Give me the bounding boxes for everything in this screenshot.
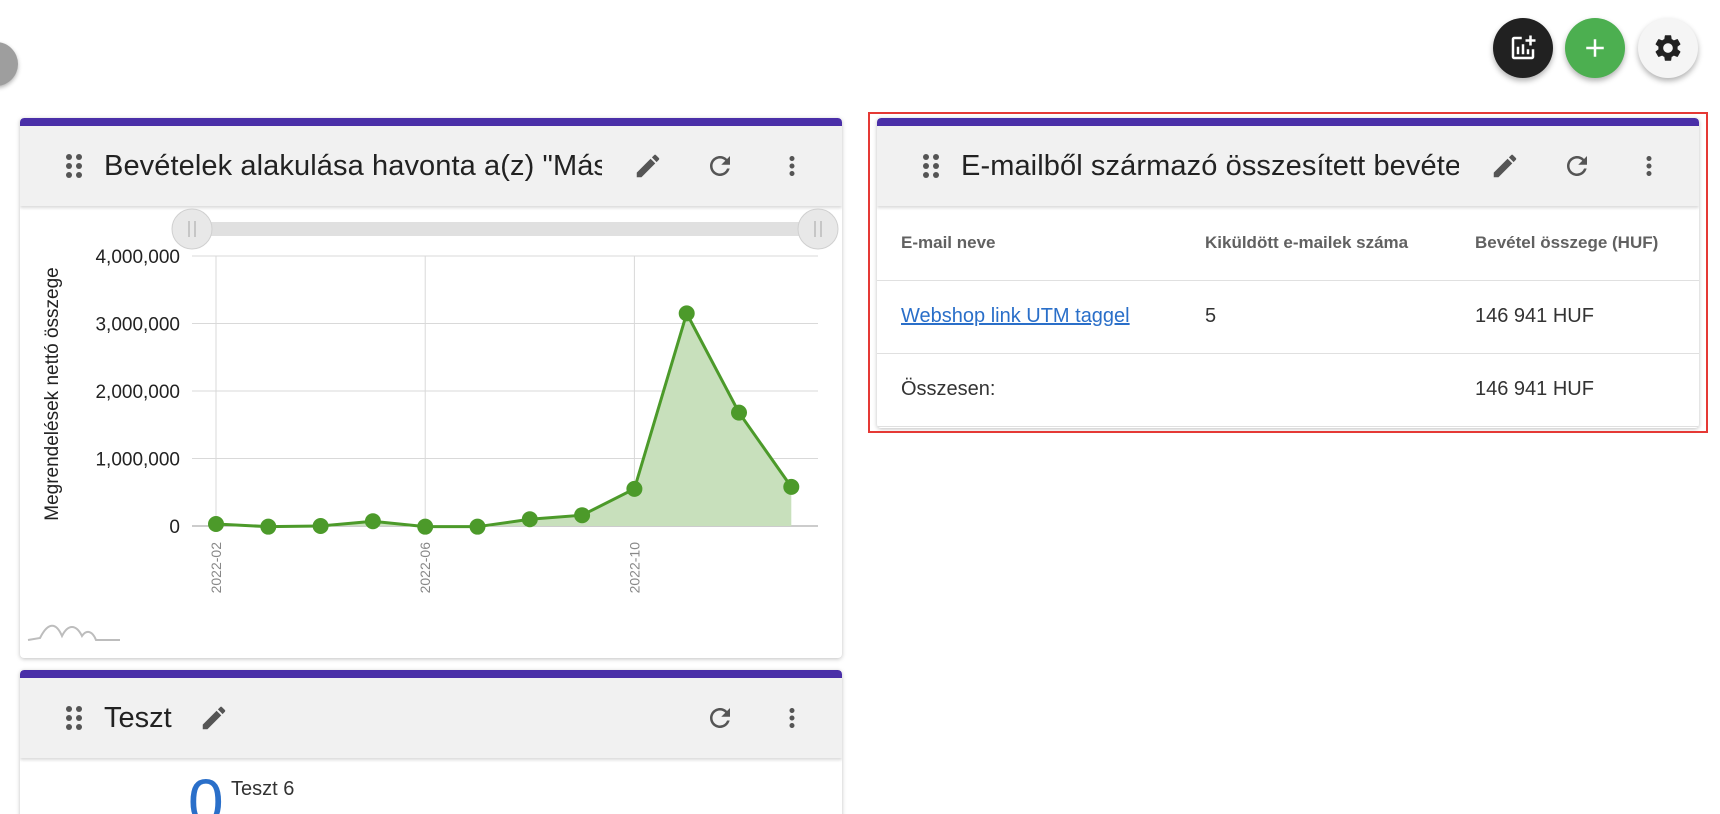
range-slider-handle-left[interactable] bbox=[171, 208, 213, 250]
widget-header: Bevételek alakulása havonta a(z) "Más bbox=[20, 126, 842, 206]
chart-minimap-icon bbox=[27, 624, 120, 641]
data-point bbox=[678, 305, 695, 322]
range-slider-track[interactable] bbox=[192, 222, 818, 236]
sent-count-cell: 5 bbox=[1181, 280, 1451, 354]
data-point bbox=[574, 507, 591, 524]
edit-button[interactable] bbox=[1479, 140, 1531, 192]
add-chart-button[interactable] bbox=[1493, 18, 1553, 78]
more-button[interactable] bbox=[766, 692, 818, 744]
side-toggle-button[interactable] bbox=[0, 42, 18, 86]
table-total-row: Összesen: 146 941 HUF bbox=[877, 353, 1699, 427]
edit-button[interactable] bbox=[622, 140, 674, 192]
pencil-icon bbox=[202, 706, 225, 730]
total-label: Összesen: bbox=[877, 353, 1181, 427]
refresh-button[interactable] bbox=[694, 140, 746, 192]
add-widget-button[interactable] bbox=[1565, 18, 1625, 78]
x-tick-label: 2022-02 bbox=[208, 542, 224, 594]
widget-header: E-mailből származó összesített bevéte bbox=[877, 126, 1699, 206]
email-name-link[interactable]: Webshop link UTM taggel bbox=[901, 305, 1130, 327]
data-point bbox=[521, 511, 538, 528]
data-point bbox=[469, 518, 486, 535]
x-tick-label: 2022-06 bbox=[417, 542, 433, 594]
drag-handle-icon[interactable] bbox=[60, 704, 88, 732]
y-tick-label: 3,000,000 bbox=[95, 315, 180, 336]
more-vert-icon bbox=[1646, 156, 1652, 176]
pencil-icon bbox=[636, 154, 660, 178]
more-vert-icon bbox=[789, 156, 795, 176]
more-button[interactable] bbox=[766, 140, 818, 192]
kpi-label: Teszt 6 bbox=[231, 778, 295, 800]
column-header-email-name[interactable]: E-mail neve bbox=[877, 206, 1181, 281]
widget-title: Teszt bbox=[104, 701, 172, 734]
table-row: Webshop link UTM taggel 5 146 941 HUF bbox=[877, 280, 1699, 354]
refresh-icon bbox=[1567, 156, 1587, 176]
range-slider-handle-right[interactable] bbox=[797, 208, 839, 250]
y-axis-label: Megrendelések nettó összege bbox=[42, 267, 63, 521]
data-point bbox=[783, 478, 800, 495]
teszt-widget: Teszt 0 Teszt 6 bbox=[20, 670, 842, 814]
widget-title: E-mailből származó összesített bevéte bbox=[961, 149, 1459, 182]
column-header-sent-count[interactable]: Kiküldött e-mailek száma bbox=[1181, 206, 1451, 281]
x-tick-label: 2022-10 bbox=[626, 542, 642, 594]
kpi-value: 0 bbox=[188, 766, 224, 814]
y-tick-label: 1,000,000 bbox=[95, 450, 180, 471]
email-revenue-table: E-mail neve Kiküldött e-mailek száma Bev… bbox=[877, 206, 1699, 427]
gear-icon bbox=[1655, 35, 1681, 61]
data-point bbox=[626, 480, 643, 497]
refresh-icon bbox=[710, 156, 730, 176]
total-revenue: 146 941 HUF bbox=[1451, 353, 1699, 427]
edit-button[interactable] bbox=[188, 692, 240, 744]
widget-accent-bar bbox=[20, 118, 842, 126]
pencil-icon bbox=[1493, 154, 1517, 178]
refresh-button[interactable] bbox=[694, 692, 746, 744]
more-button[interactable] bbox=[1623, 140, 1675, 192]
revenue-area-chart: 4,000,000 3,000,000 2,000,000 1,000,000 0 202… bbox=[27, 208, 839, 641]
y-tick-label: 0 bbox=[169, 517, 180, 538]
email-revenue-widget: E-mailből származó összesített bevéte E-… bbox=[877, 118, 1699, 428]
data-point bbox=[364, 513, 381, 530]
plus-icon bbox=[1586, 39, 1604, 57]
y-tick-label: 2,000,000 bbox=[95, 382, 180, 403]
refresh-icon bbox=[710, 708, 730, 728]
more-vert-icon bbox=[789, 708, 795, 728]
data-point bbox=[312, 518, 329, 534]
drag-handle-icon[interactable] bbox=[60, 152, 88, 180]
settings-button[interactable] bbox=[1638, 18, 1698, 78]
revenue-chart-widget: Bevételek alakulása havonta a(z) "Más 4,… bbox=[20, 118, 842, 658]
data-point bbox=[260, 518, 277, 535]
total-sent-cell bbox=[1181, 353, 1451, 427]
table-header-row: E-mail neve Kiküldött e-mailek száma Bev… bbox=[877, 206, 1699, 281]
widget-title: Bevételek alakulása havonta a(z) "Más bbox=[104, 149, 602, 182]
data-point bbox=[208, 515, 224, 532]
data-point bbox=[731, 404, 747, 421]
data-point bbox=[417, 518, 434, 535]
add-chart-icon bbox=[1511, 35, 1536, 60]
revenue-cell: 146 941 HUF bbox=[1451, 280, 1699, 354]
widget-accent-bar bbox=[877, 118, 1699, 126]
refresh-button[interactable] bbox=[1551, 140, 1603, 192]
widget-accent-bar bbox=[20, 670, 842, 678]
column-header-revenue[interactable]: Bevétel összege (HUF) bbox=[1451, 206, 1699, 281]
drag-handle-icon[interactable] bbox=[917, 152, 945, 180]
email-name-cell: Webshop link UTM taggel bbox=[877, 280, 1181, 354]
widget-header: Teszt bbox=[20, 678, 842, 758]
y-tick-label: 4,000,000 bbox=[95, 247, 180, 268]
